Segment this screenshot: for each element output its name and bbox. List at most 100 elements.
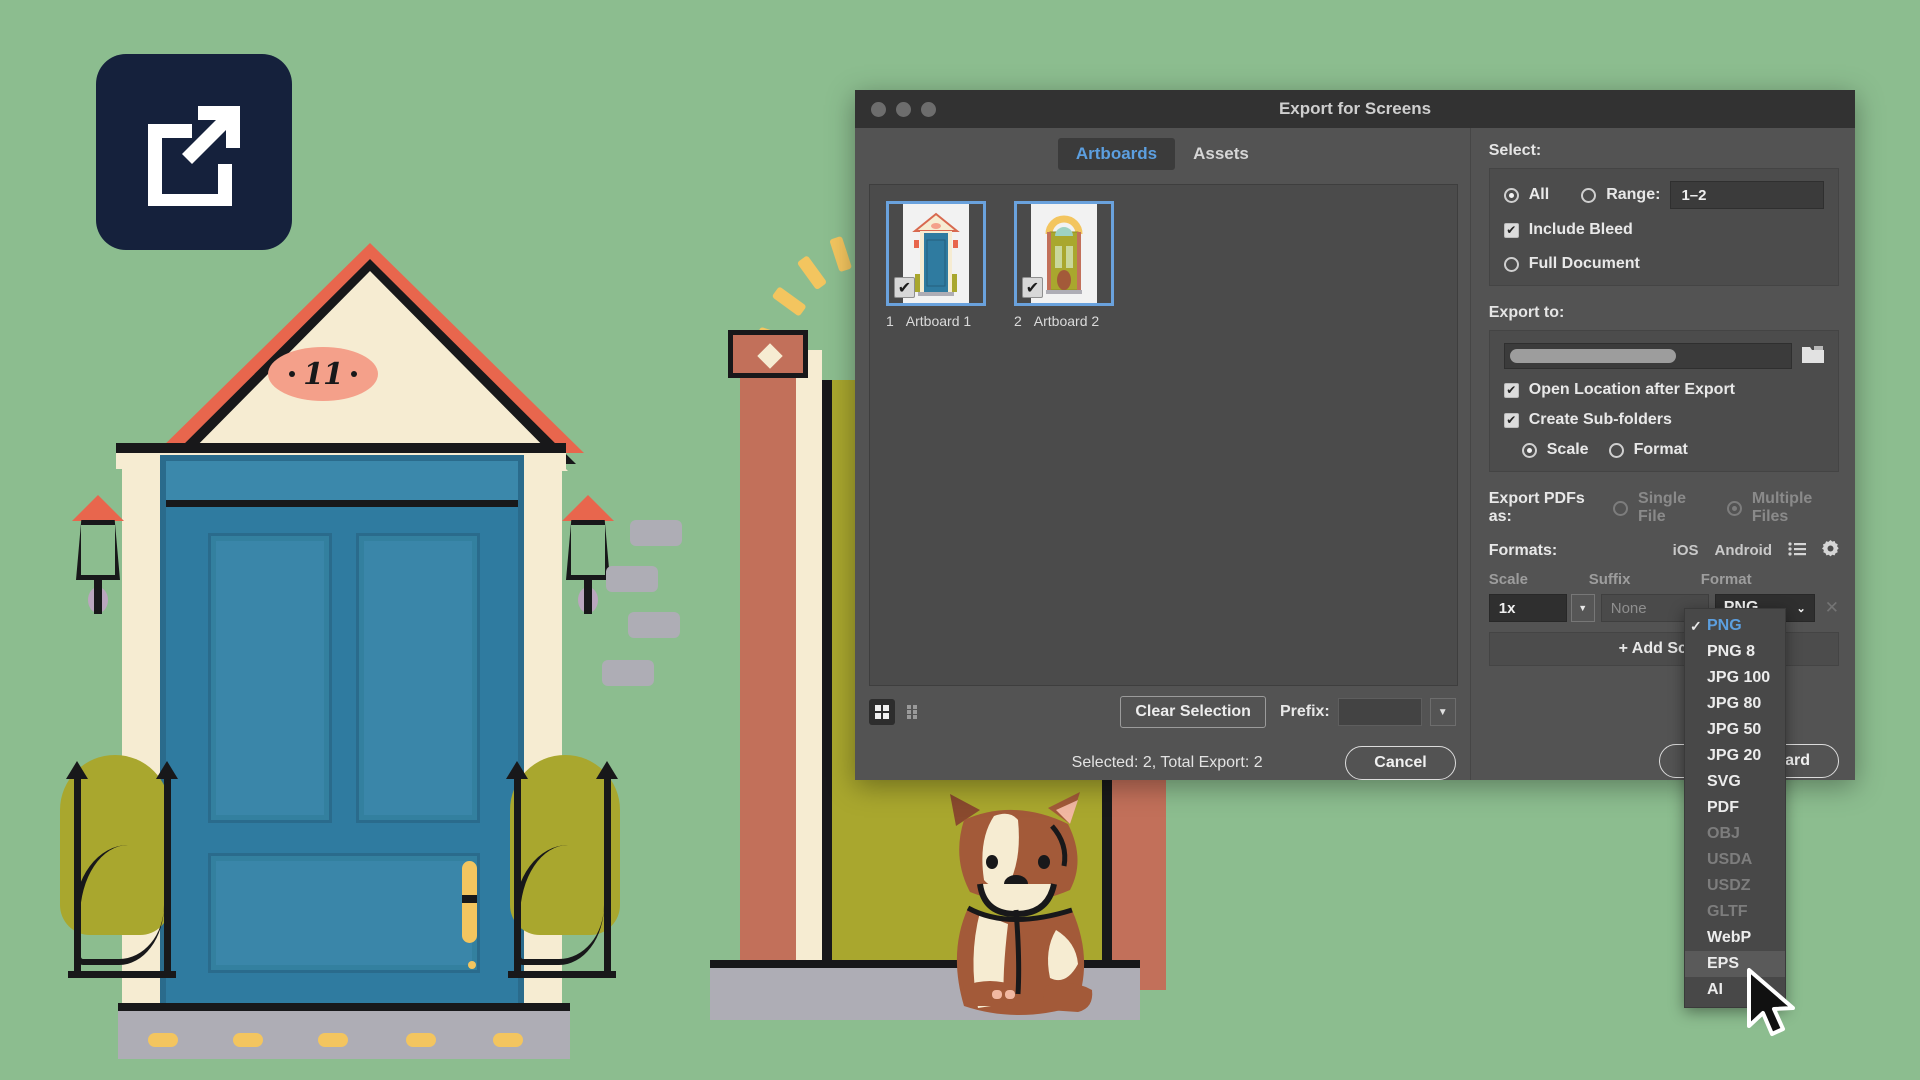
preset-android-button[interactable]: Android — [1715, 542, 1773, 559]
door-panel — [208, 533, 332, 823]
artboard-thumbnail[interactable]: ✔ — [886, 201, 986, 306]
gear-icon[interactable] — [1822, 540, 1839, 561]
front-step — [118, 1003, 570, 1059]
select-section-label: Select: — [1488, 142, 1542, 159]
dropdown-item-gltf: GLTF — [1707, 903, 1748, 920]
open-location-label: Open Location after Export — [1528, 381, 1735, 398]
export-to-label: Export to: — [1488, 304, 1565, 321]
clear-selection-button[interactable]: Clear Selection — [1120, 696, 1266, 728]
export-path-input[interactable] — [1503, 343, 1792, 369]
chevron-down-icon: ⌄ — [1796, 602, 1806, 615]
format-radio-label: Format — [1633, 441, 1688, 458]
door-keyhole — [468, 961, 476, 969]
column-scale: Scale — [1488, 571, 1528, 588]
dropdown-item-jpg100[interactable]: JPG 100 — [1685, 665, 1785, 691]
column-suffix: Suffix — [1588, 571, 1631, 588]
plaque-dot-right — [350, 371, 357, 377]
artboard-number: 1 — [886, 313, 894, 329]
artboard-name: Artboard 1 — [905, 313, 972, 329]
grid-view-icon[interactable] — [869, 699, 895, 725]
scale-input[interactable]: 1x — [1488, 594, 1567, 622]
house-number-plaque: 11 — [268, 347, 378, 401]
blue-front-door — [160, 455, 524, 1015]
range-radio[interactable] — [1581, 187, 1597, 203]
list-icon[interactable] — [1788, 541, 1806, 561]
artboard-item[interactable]: ✔ 2 Artboard 2 — [1014, 201, 1116, 329]
create-subfolders-label: Create Sub-folders — [1528, 411, 1672, 428]
full-document-radio[interactable] — [1503, 256, 1519, 272]
scale-radio[interactable] — [1521, 442, 1537, 458]
scale-radio-label: Scale — [1546, 441, 1589, 458]
preset-ios-button[interactable]: iOS — [1673, 542, 1699, 559]
multiple-files-radio — [1726, 500, 1742, 516]
scale-dropdown-arrow[interactable]: ▼ — [1570, 594, 1595, 622]
range-input[interactable]: 1–2 — [1670, 181, 1824, 209]
add-scale-button[interactable]: + Add Scale — [1488, 632, 1839, 666]
dropdown-item-jpg50[interactable]: JPG 50 — [1685, 717, 1785, 743]
pilaster-left — [740, 350, 796, 990]
artboard-thumbnail[interactable]: ✔ — [1014, 201, 1114, 306]
plaque-dot-left — [289, 371, 296, 377]
pilaster-capital — [728, 330, 808, 378]
prefix-dropdown-arrow[interactable]: ▼ — [1429, 698, 1456, 726]
arrow-cursor — [1745, 968, 1801, 1045]
door-panel — [356, 533, 480, 823]
dialog-action-bar: Selected: 2, Total Export: 2 Cancel — [855, 728, 1470, 780]
format-dropdown-menu[interactable]: PNG PNG 8 JPG 100 JPG 80 JPG 50 JPG 20 S… — [1684, 608, 1786, 1008]
house-number: 11 — [303, 356, 344, 392]
remove-format-button[interactable]: ✕ — [1825, 598, 1839, 618]
dropdown-item-pdf[interactable]: PDF — [1685, 795, 1785, 821]
stone-path — [590, 520, 710, 720]
dialog-title: Export for Screens — [1278, 99, 1432, 118]
dropdown-item-png[interactable]: PNG — [1685, 613, 1785, 639]
iron-railing-right — [506, 761, 618, 1015]
format-radio[interactable] — [1608, 442, 1624, 458]
open-location-checkbox[interactable]: ✔ — [1503, 382, 1519, 398]
detail-view-icon[interactable] — [901, 699, 927, 725]
prefix-label: Prefix: — [1279, 703, 1330, 720]
pilaster-left-inner — [796, 350, 822, 990]
door-transom — [166, 461, 518, 507]
dropdown-item-svg[interactable]: SVG — [1685, 769, 1785, 795]
multiple-files-label: Multiple Files — [1751, 490, 1813, 525]
dropdown-item-webp[interactable]: WebP — [1685, 925, 1785, 951]
all-label: All — [1528, 186, 1550, 203]
dropdown-item-obj: OBJ — [1707, 825, 1740, 842]
select-group: All Range: 1–2 ✔ Include Bleed Full Docu… — [1488, 168, 1839, 286]
folder-icon[interactable] — [1802, 345, 1824, 368]
house-illustration-blue-door: 11 — [60, 155, 680, 1059]
artboards-toolbar: Clear Selection Prefix: ▼ — [855, 686, 1470, 728]
artboard-checkbox[interactable]: ✔ — [1022, 277, 1043, 298]
artboards-pane: Artboards Assets ✔ 1 Artboard 1 ✔ 2 Artb… — [855, 128, 1471, 780]
formats-table-header: Scale Suffix Format — [1489, 567, 1839, 594]
artboard-number: 2 — [1014, 313, 1022, 329]
export-status-text: Selected: 2, Total Export: 2 — [1071, 754, 1263, 771]
dog-illustration — [920, 780, 1120, 1020]
include-bleed-checkbox[interactable]: ✔ — [1503, 222, 1519, 238]
cancel-button[interactable]: Cancel — [1345, 746, 1456, 780]
artboard-checkbox[interactable]: ✔ — [894, 277, 915, 298]
door-handle — [462, 861, 477, 943]
full-document-label: Full Document — [1528, 255, 1640, 272]
include-bleed-label: Include Bleed — [1528, 221, 1633, 238]
all-radio[interactable] — [1503, 187, 1519, 203]
dropdown-item-jpg20[interactable]: JPG 20 — [1685, 743, 1785, 769]
range-label: Range: — [1606, 186, 1661, 203]
artboard-grid[interactable]: ✔ 1 Artboard 1 ✔ 2 Artboard 2 — [869, 184, 1458, 686]
prefix-input[interactable] — [1337, 698, 1422, 726]
tab-assets[interactable]: Assets — [1175, 138, 1267, 170]
export-to-group: ✔ Open Location after Export ✔ Create Su… — [1488, 330, 1839, 472]
dropdown-item-png8[interactable]: PNG 8 — [1685, 639, 1785, 665]
dropdown-item-usdz: USDZ — [1707, 877, 1751, 894]
dialog-titlebar[interactable]: Export for Screens — [855, 90, 1855, 128]
single-file-label: Single File — [1638, 490, 1687, 525]
formats-row: Formats: iOS Android — [1489, 540, 1839, 561]
export-pdfs-label: Export PDFs as: — [1488, 490, 1585, 525]
door-panel — [208, 853, 480, 973]
export-pdfs-row: Export PDFs as: Single File Multiple Fil… — [1489, 490, 1839, 526]
tab-bar: Artboards Assets — [855, 128, 1470, 170]
dropdown-item-jpg80[interactable]: JPG 80 — [1685, 691, 1785, 717]
artboard-item[interactable]: ✔ 1 Artboard 1 — [886, 201, 988, 329]
create-subfolders-checkbox[interactable]: ✔ — [1503, 412, 1519, 428]
tab-artboards[interactable]: Artboards — [1057, 138, 1176, 170]
